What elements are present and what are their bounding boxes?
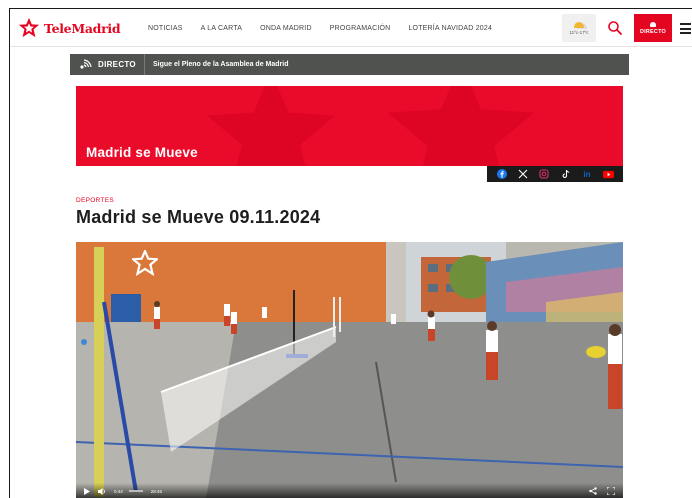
- banner-star-decoration: [387, 86, 535, 166]
- banner-title: Madrid se Mueve: [86, 145, 198, 160]
- tiktok-icon[interactable]: [560, 169, 571, 180]
- fullscreen-icon[interactable]: [607, 487, 615, 495]
- play-icon: [84, 487, 90, 495]
- directo-button[interactable]: DIRECTO: [634, 14, 672, 42]
- volume-icon: [98, 487, 105, 495]
- current-time: 0:44: [114, 488, 123, 494]
- live-broadcast-icon: [650, 21, 656, 27]
- browser-viewport: TeleMadrid NOTICIAS A LA CARTA ONDA MADR…: [9, 8, 692, 498]
- progress-bar[interactable]: [128, 490, 143, 492]
- live-label: DIRECTO: [98, 60, 136, 69]
- nav-item-a-la-carta[interactable]: A LA CARTA: [201, 25, 242, 32]
- video-player[interactable]: 0:44 28:46: [76, 242, 623, 498]
- play-button[interactable]: [84, 487, 90, 495]
- weather-temperature: 11ºc-17ºc: [569, 29, 589, 35]
- video-controls: 0:44 28:46: [76, 483, 623, 498]
- x-icon[interactable]: [517, 169, 528, 180]
- search-icon: [608, 21, 622, 35]
- telemadrid-logo[interactable]: TeleMadrid: [18, 17, 121, 39]
- facebook-icon[interactable]: [496, 169, 507, 180]
- social-share-bar: in: [487, 166, 623, 182]
- telemadrid-watermark-icon: [132, 250, 158, 276]
- weather-widget[interactable]: 11ºc-17ºc: [562, 14, 596, 42]
- logo-text: TeleMadrid: [44, 20, 121, 36]
- menu-icon-line: [680, 27, 691, 30]
- program-banner[interactable]: Madrid se Mueve: [76, 86, 623, 166]
- share-icon[interactable]: [589, 487, 597, 495]
- instagram-icon[interactable]: [539, 169, 550, 180]
- directo-button-label: DIRECTO: [639, 28, 667, 35]
- nav-item-programacion[interactable]: PROGRAMACIÓN: [330, 25, 391, 32]
- live-ticker-bar[interactable]: DIRECTO Sigue el Pleno de la Asamblea de…: [70, 54, 629, 75]
- duration: 28:46: [150, 488, 163, 494]
- hamburger-menu-button[interactable]: [680, 23, 692, 34]
- broadcast-signal-icon: [76, 54, 94, 75]
- search-button[interactable]: [606, 19, 624, 37]
- main-nav: NOTICIAS A LA CARTA ONDA MADRID PROGRAMA…: [148, 9, 510, 47]
- live-headline-link[interactable]: Sigue el Pleno de la Asamblea de Madrid: [153, 61, 289, 68]
- telemadrid-star-icon: [18, 17, 40, 38]
- article-category[interactable]: DEPORTES: [76, 197, 114, 204]
- youtube-icon[interactable]: [602, 169, 614, 180]
- linkedin-icon[interactable]: in: [581, 169, 592, 180]
- menu-icon-line: [680, 32, 691, 34]
- video-frame-image: [76, 242, 623, 498]
- banner-star-decoration: [206, 86, 336, 166]
- nav-item-loteria-navidad[interactable]: LOTERÍA NAVIDAD 2024: [408, 25, 492, 32]
- live-divider: [143, 54, 145, 75]
- weather-cloud-sun-icon: [574, 21, 584, 28]
- nav-item-noticias[interactable]: NOTICIAS: [148, 25, 183, 32]
- volume-button[interactable]: [98, 487, 106, 495]
- article-title: Madrid se Mueve 09.11.2024: [76, 207, 321, 227]
- menu-icon: [680, 23, 691, 25]
- nav-item-onda-madrid[interactable]: ONDA MADRID: [260, 25, 312, 32]
- site-header: TeleMadrid NOTICIAS A LA CARTA ONDA MADR…: [10, 9, 692, 47]
